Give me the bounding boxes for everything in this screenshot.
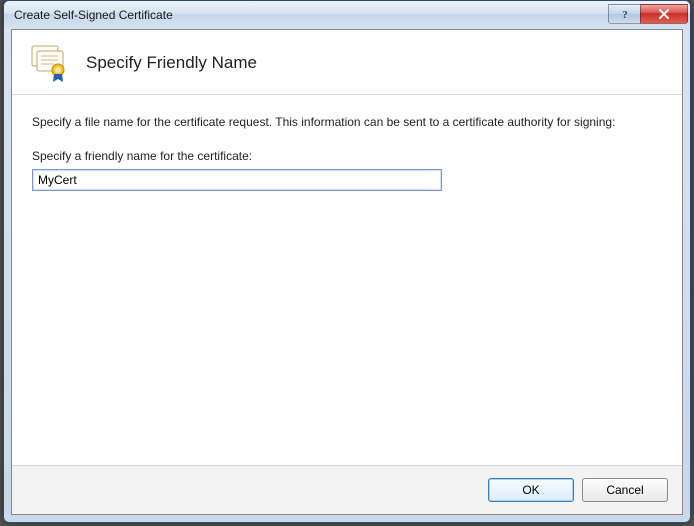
close-button[interactable] [640, 4, 688, 24]
svg-text:?: ? [622, 9, 628, 20]
field-label: Specify a friendly name for the certific… [32, 149, 662, 163]
certificate-icon [28, 42, 70, 84]
titlebar[interactable]: Create Self-Signed Certificate ? [4, 1, 690, 29]
help-icon: ? [620, 8, 630, 20]
dialog-window: Create Self-Signed Certificate ? [3, 0, 691, 523]
close-icon [658, 9, 670, 19]
friendly-name-input[interactable] [32, 169, 442, 191]
window-buttons: ? [608, 4, 688, 24]
header-area: Specify Friendly Name [12, 30, 682, 95]
page-title: Specify Friendly Name [86, 53, 257, 73]
instruction-text: Specify a file name for the certificate … [32, 113, 642, 131]
window-title: Create Self-Signed Certificate [14, 8, 608, 22]
ok-button[interactable]: OK [488, 478, 574, 502]
cancel-button[interactable]: Cancel [582, 478, 668, 502]
client-area: Specify Friendly Name Specify a file nam… [11, 29, 683, 515]
button-bar: OK Cancel [12, 465, 682, 514]
help-button[interactable]: ? [608, 4, 640, 24]
body-area: Specify a file name for the certificate … [12, 95, 682, 465]
